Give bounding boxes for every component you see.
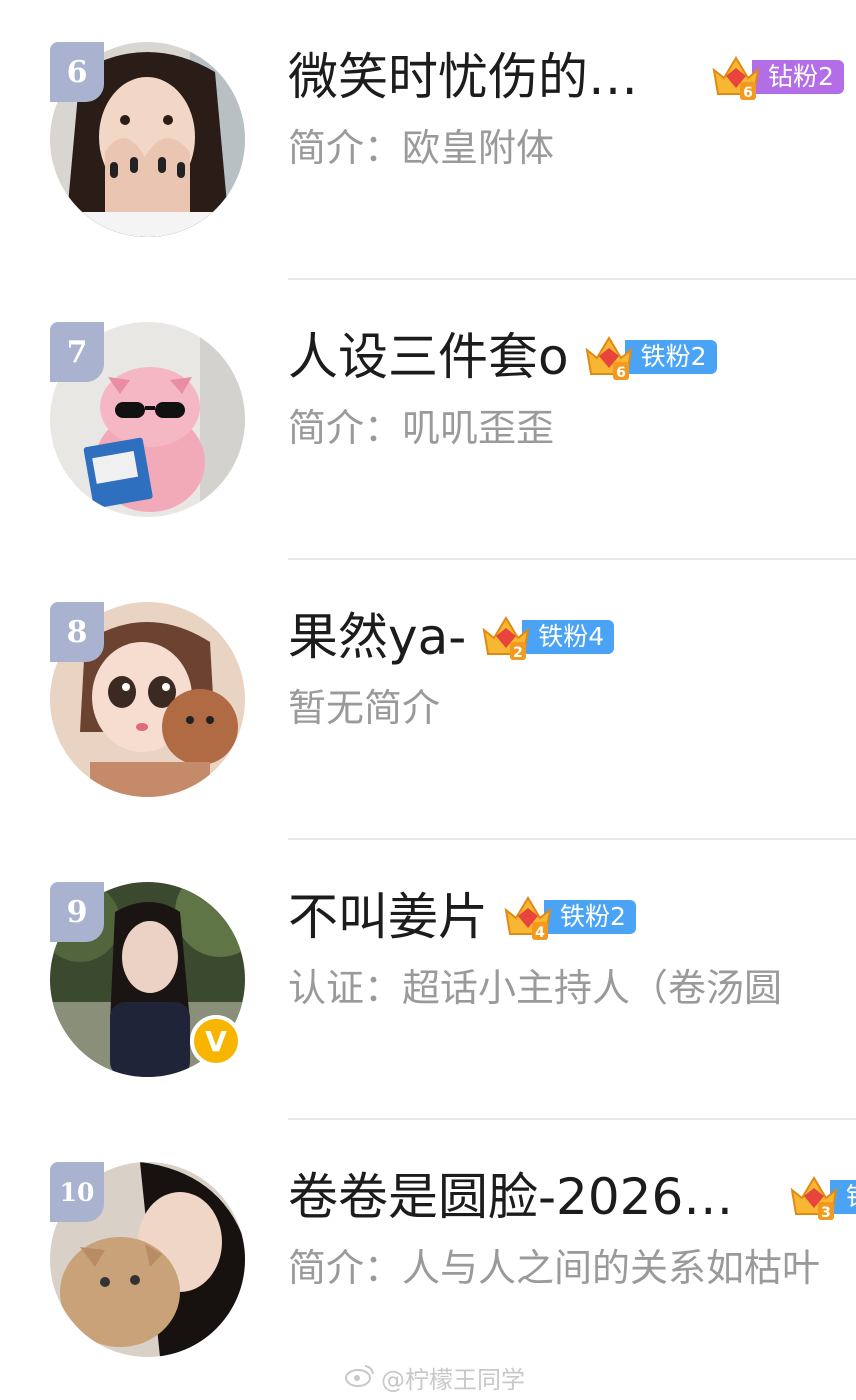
name-line: 微笑时忧伤的… 6 钻粉2	[288, 46, 844, 108]
rank-badge: 9	[50, 882, 104, 942]
crown-icon: 3	[788, 1172, 840, 1222]
list-item[interactable]: 7 人设三件套o 6 铁粉2 简介：叽叽歪歪	[0, 280, 856, 560]
crown-level: 3	[821, 1205, 831, 1221]
fan-level-badge[interactable]: 6 铁粉2	[583, 336, 717, 381]
fan-level-badge[interactable]: 6 钻粉2	[710, 56, 844, 101]
rank-badge: 8	[50, 602, 104, 662]
user-desc: 暂无简介	[288, 686, 441, 730]
name-line: 果然ya- 2 铁粉4	[288, 606, 615, 668]
list-item[interactable]: 10 卷卷是圆脸-2026… 3 铁 简介：人与人之间的关系如枯叶	[0, 1120, 856, 1400]
fan-level-label: 钻粉2	[752, 60, 844, 94]
watermark: @柠檬王同学	[345, 1360, 525, 1395]
fan-level-badge[interactable]: 2 铁粉4	[480, 616, 615, 661]
crown-level: 6	[616, 365, 626, 381]
crown-icon: 6	[710, 52, 762, 102]
crown-icon: 4	[502, 892, 554, 942]
list-item[interactable]: 9 V 不叫姜片 4 铁粉2 认证：超话小主持人（卷汤圆	[0, 840, 856, 1120]
rank-badge: 7	[50, 322, 104, 382]
fan-level-badge[interactable]: 3 铁	[788, 1176, 856, 1221]
user-desc: 简介：欧皇附体	[288, 126, 555, 170]
verified-badge-icon: V	[190, 1015, 242, 1067]
crown-icon: 2	[480, 612, 532, 662]
user-name[interactable]: 卷卷是圆脸-2026…	[288, 1166, 738, 1228]
watermark-text: @柠檬王同学	[381, 1366, 525, 1394]
list-item[interactable]: 6 微笑时忧伤的… 6 钻粉2 简介：欧皇附体	[0, 0, 856, 280]
fan-ranking-list: 6 微笑时忧伤的… 6 钻粉2 简介：欧皇附体 7 人设三件套o 6 铁粉2 简…	[0, 0, 856, 1400]
user-name[interactable]: 不叫姜片	[288, 886, 488, 948]
crown-level: 6	[743, 85, 753, 101]
fan-level-label: 铁粉2	[544, 900, 636, 934]
list-item[interactable]: 8 果然ya- 2 铁粉4 暂无简介	[0, 560, 856, 840]
rank-badge: 10	[50, 1162, 104, 1222]
user-name[interactable]: 果然ya-	[288, 606, 466, 668]
weibo-icon	[345, 1363, 375, 1393]
fan-level-label: 铁粉2	[624, 340, 717, 374]
name-line: 卷卷是圆脸-2026… 3 铁	[288, 1166, 856, 1228]
rank-badge: 6	[50, 42, 104, 102]
user-name[interactable]: 人设三件套o	[288, 326, 569, 388]
name-line: 不叫姜片 4 铁粉2	[288, 886, 636, 948]
crown-level: 2	[513, 645, 523, 661]
name-line: 人设三件套o 6 铁粉2	[288, 326, 717, 388]
user-desc: 简介：叽叽歪歪	[288, 406, 555, 450]
crown-level: 4	[535, 925, 545, 941]
crown-icon: 6	[583, 332, 635, 382]
user-desc: 认证：超话小主持人（卷汤圆	[288, 966, 783, 1010]
user-desc: 简介：人与人之间的关系如枯叶	[288, 1246, 821, 1290]
user-name[interactable]: 微笑时忧伤的…	[288, 46, 668, 108]
fan-level-label: 铁粉4	[522, 620, 615, 654]
fan-level-badge[interactable]: 4 铁粉2	[502, 896, 636, 941]
